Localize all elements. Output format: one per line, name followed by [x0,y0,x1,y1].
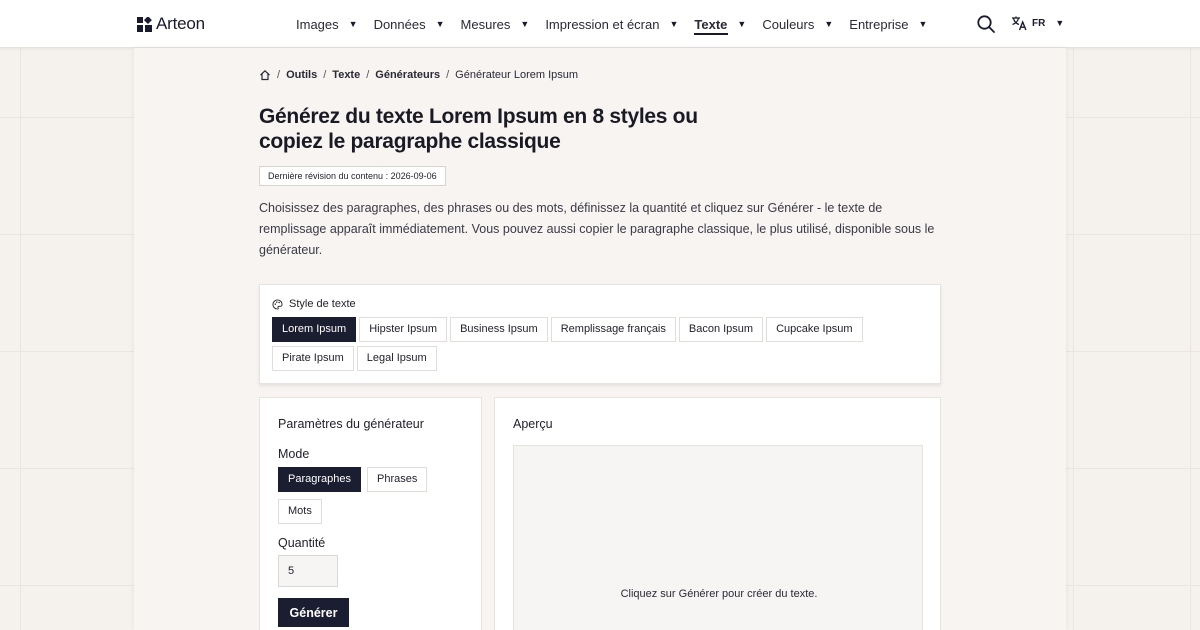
caret-down-icon: ▼ [918,19,928,29]
style-chip-legal-ipsum[interactable]: Legal Ipsum [356,346,437,371]
breadcrumb-link-outils[interactable]: Outils [286,69,317,81]
breadcrumb-current: Générateur Lorem Ipsum [455,69,579,81]
breadcrumb-link-generateurs[interactable]: Générateurs [375,69,440,81]
caret-down-icon: ▼ [435,19,445,29]
style-chip-pirate-ipsum[interactable]: Pirate Ipsum [272,346,354,371]
logo[interactable]: Arteon [137,14,205,34]
text-style-card: Style de texte Lorem Ipsum Hipster Ipsum… [259,284,941,384]
revision-badge: Dernière révision du contenu : 2026-09-0… [259,166,446,186]
mode-button-mots[interactable]: Mots [278,499,322,524]
main-content: / Outils / Texte / Générateurs / Générat… [134,48,1066,630]
caret-down-icon: ▼ [1055,18,1065,28]
translate-icon [1012,16,1027,31]
quantity-label: Quantité [278,536,326,550]
page-title: Générez du texte Lorem Ipsum en 8 styles… [259,105,698,153]
breadcrumb-separator: / [446,69,450,81]
home-icon[interactable] [259,69,271,81]
nav-label: Impression et écran [545,16,660,32]
style-chip-bacon-ipsum[interactable]: Bacon Ipsum [678,317,764,342]
search-icon [977,15,995,33]
style-chip-business-ipsum[interactable]: Business Ipsum [450,317,548,342]
caret-down-icon: ▼ [737,19,747,29]
main-nav: Images ▼ Données ▼ Mesures ▼ Impression … [296,0,943,48]
breadcrumb-separator: / [366,69,370,81]
nav-label: Images [296,16,339,32]
breadcrumb-link-texte[interactable]: Texte [332,69,360,81]
language-code: FR [1032,17,1046,29]
language-selector[interactable]: FR ▼ [1011,15,1064,31]
mode-button-phrases[interactable]: Phrases [367,467,428,492]
style-options: Lorem Ipsum Hipster Ipsum Business Ipsum… [272,317,882,375]
preview-title: Aperçu [513,417,553,431]
preview-empty-message: Cliquez sur Générer pour créer du texte. [620,588,818,600]
caret-down-icon: ▼ [348,19,358,29]
nav-label: Mesures [460,16,511,32]
style-chip-cupcake-ipsum[interactable]: Cupcake Ipsum [766,317,863,342]
top-navigation-bar: Arteon Images ▼ Données ▼ Mesures ▼ Impr… [0,0,1200,48]
caret-down-icon: ▼ [669,19,679,29]
quantity-input[interactable] [278,555,338,587]
nav-label: Couleurs [762,16,815,32]
breadcrumb-separator: / [323,69,327,81]
nav-label: Texte [694,16,728,32]
breadcrumb-separator: / [277,69,281,81]
text-style-heading: Style de texte [272,298,356,310]
nav-item-entreprise[interactable]: Entreprise ▼ [849,0,927,48]
mode-label: Mode [278,447,310,461]
nav-item-donnees[interactable]: Données ▼ [374,0,445,48]
intro-text: Choisissez des paragraphes, des phrases … [259,201,935,257]
mode-button-paragraphes[interactable]: Paragraphes [278,467,361,492]
generator-params-card: Paramètres du générateur Mode Paragraphe… [259,397,482,630]
style-chip-hipster-ipsum[interactable]: Hipster Ipsum [359,317,448,342]
nav-label: Entreprise [849,16,909,32]
style-chip-lorem-ipsum[interactable]: Lorem Ipsum [272,317,357,342]
logo-text: Arteon [156,14,205,33]
nav-item-mesures[interactable]: Mesures ▼ [461,0,530,48]
nav-item-images[interactable]: Images ▼ [296,0,358,48]
caret-down-icon: ▼ [824,19,834,29]
search-button[interactable] [976,14,996,34]
nav-item-impression[interactable]: Impression et écran ▼ [545,0,678,48]
preview-output[interactable]: Cliquez sur Générer pour créer du texte. [513,445,923,630]
nav-item-couleurs[interactable]: Couleurs ▼ [762,0,833,48]
text-style-label: Style de texte [289,298,356,310]
caret-down-icon: ▼ [520,19,530,29]
generate-button[interactable]: Générer [278,598,349,627]
nav-label: Données [373,16,426,32]
mode-options: Paragraphes Phrases Mots [278,467,458,531]
breadcrumb: / Outils / Texte / Générateurs / Générat… [259,69,578,81]
style-chip-remplissage-francais[interactable]: Remplissage français [550,317,676,342]
palette-icon [272,298,283,310]
nav-item-texte[interactable]: Texte ▼ [694,0,746,48]
preview-card: Aperçu Cliquez sur Générer pour créer du… [494,397,941,630]
params-title: Paramètres du générateur [278,417,424,431]
logo-mark-icon [137,16,152,32]
